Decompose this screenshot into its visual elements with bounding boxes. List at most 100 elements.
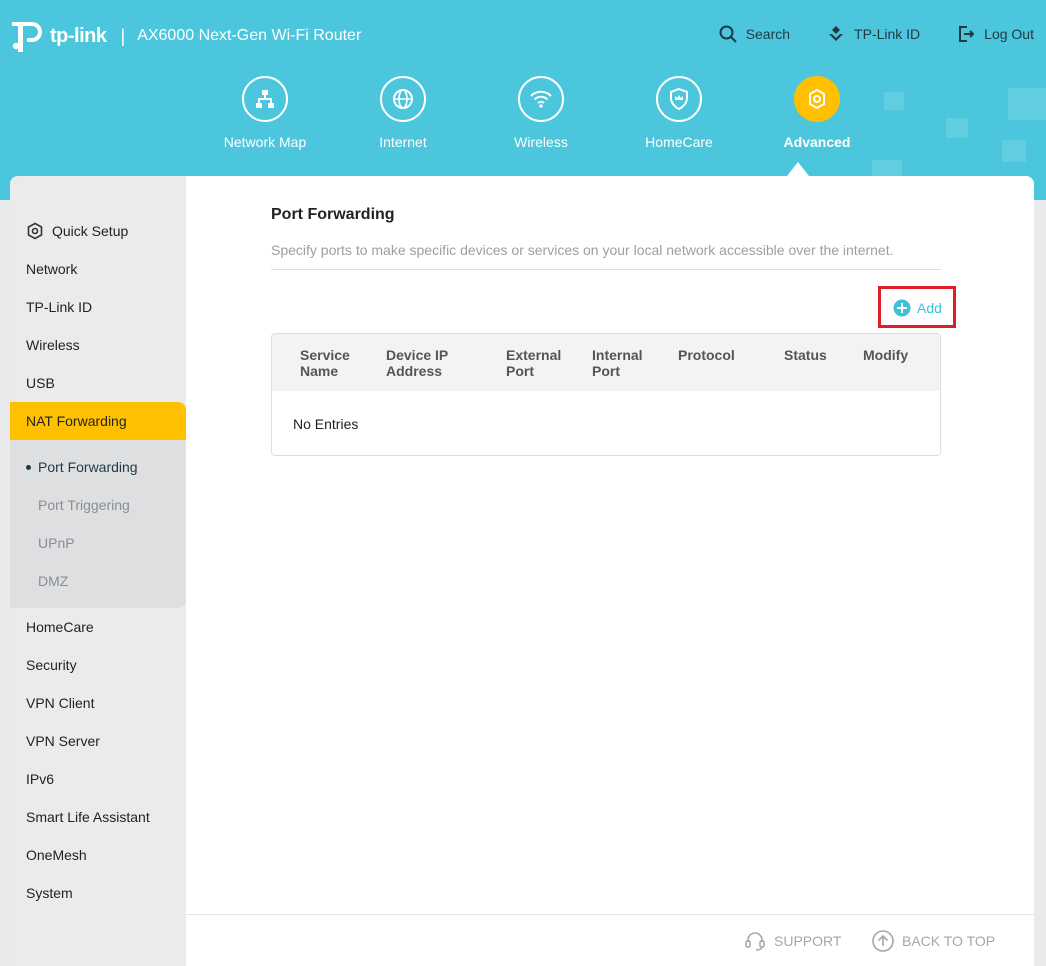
nav-homecare-label: HomeCare [645, 134, 713, 150]
sidebar-item-label: HomeCare [26, 619, 94, 635]
network-map-icon [242, 76, 288, 122]
sidebar-item-nat-forwarding[interactable]: NAT Forwarding [10, 402, 186, 440]
tplink-id-link[interactable]: TP-Link ID [826, 24, 920, 44]
col-label: Address [386, 363, 443, 379]
shield-icon [656, 76, 702, 122]
sidebar-item-system[interactable]: System [10, 874, 186, 912]
sidebar-item-label: Security [26, 657, 77, 673]
support-label: SUPPORT [774, 933, 842, 949]
sidebar-item-homecare[interactable]: HomeCare [10, 608, 186, 646]
col-label: External [506, 347, 562, 363]
add-label: Add [917, 300, 942, 316]
header-decoration [1008, 88, 1046, 120]
nav-internet-label: Internet [379, 134, 427, 150]
sidebar-item-label: Smart Life Assistant [26, 809, 150, 825]
header-decoration [1002, 140, 1026, 162]
nav-wireless[interactable]: Wireless [472, 76, 610, 150]
submenu-item-port-forwarding[interactable]: Port Forwarding [10, 448, 186, 486]
sidebar-item-security[interactable]: Security [10, 646, 186, 684]
col-status[interactable]: Status [784, 347, 827, 363]
brand-logo[interactable]: tp-link | AX6000 Next-Gen Wi-Fi Router [10, 16, 361, 56]
submenu-item-port-triggering[interactable]: Port Triggering [10, 486, 186, 524]
col-label: Name [300, 363, 339, 379]
footer: SUPPORT BACK TO TOP [186, 914, 1034, 966]
nat-forwarding-submenu: Port Forwarding Port Triggering UPnP DMZ [10, 440, 186, 608]
sidebar-menu: Quick Setup Network TP-Link ID Wireless … [10, 212, 186, 912]
sidebar-item-label: VPN Server [26, 733, 100, 749]
col-label: Port [506, 363, 534, 379]
sidebar-item-vpn-client[interactable]: VPN Client [10, 684, 186, 722]
col-label: Device IP [386, 347, 449, 363]
search-link[interactable]: Search [718, 24, 790, 44]
title-separator: | [120, 25, 126, 46]
logo-text: tp-link [50, 24, 107, 47]
nav-active-pointer [787, 162, 809, 176]
sidebar-item-quick-setup[interactable]: Quick Setup [10, 212, 186, 250]
globe-icon [380, 76, 426, 122]
sidebar-item-label: Wireless [26, 337, 80, 353]
quick-setup-gear-icon [27, 222, 43, 240]
page-title: Port Forwarding [271, 206, 395, 223]
submenu-item-upnp[interactable]: UPnP [10, 524, 186, 562]
sidebar-item-network[interactable]: Network [10, 250, 186, 288]
gear-icon [794, 76, 840, 122]
port-forwarding-table: Service Name Device IP Address External … [271, 333, 941, 456]
sidebar-item-label: Network [26, 261, 78, 277]
back-to-top-label: BACK TO TOP [902, 933, 996, 949]
col-modify[interactable]: Modify [863, 347, 908, 363]
submenu-item-dmz[interactable]: DMZ [10, 562, 186, 600]
table-header: Service Name Device IP Address External … [272, 334, 940, 391]
search-label: Search [745, 26, 791, 42]
nav-advanced-label: Advanced [783, 134, 851, 150]
col-label: Service [300, 347, 350, 363]
col-device-ip[interactable]: Device IP Address [386, 347, 448, 379]
sidebar: Quick Setup Network TP-Link ID Wireless … [10, 176, 186, 966]
col-protocol[interactable]: Protocol [678, 347, 735, 363]
sidebar-item-onemesh[interactable]: OneMesh [10, 836, 186, 874]
sidebar-item-usb[interactable]: USB [10, 364, 186, 402]
sidebar-item-wireless[interactable]: Wireless [10, 326, 186, 364]
col-internal-port[interactable]: Internal Port [592, 347, 643, 379]
header-decoration [884, 92, 904, 110]
main-content: Port Forwarding Specify ports to make sp… [271, 206, 956, 456]
nav-internet[interactable]: Internet [334, 76, 472, 150]
nav-homecare[interactable]: HomeCare [610, 76, 748, 150]
sidebar-item-smart-life[interactable]: Smart Life Assistant [10, 798, 186, 836]
sidebar-item-ipv6[interactable]: IPv6 [10, 760, 186, 798]
headset-icon [745, 932, 765, 951]
logout-label: Log Out [984, 26, 1034, 42]
col-external-port[interactable]: External Port [506, 347, 561, 379]
sidebar-item-label: NAT Forwarding [26, 413, 127, 429]
support-link[interactable]: SUPPORT [744, 930, 841, 952]
tplink-id-icon [829, 26, 844, 41]
logout-link[interactable]: Log Out [956, 24, 1034, 44]
sidebar-item-label: OneMesh [26, 847, 87, 863]
back-to-top-link[interactable]: BACK TO TOP [872, 930, 995, 952]
top-links: Search TP-Link ID Log Out [718, 24, 1034, 44]
page-description: Specify ports to make specific devices o… [271, 242, 941, 270]
main-nav: Network Map Internet Wireless HomeCare A… [196, 76, 886, 150]
nav-advanced[interactable]: Advanced [748, 76, 886, 150]
sidebar-item-tplink-id[interactable]: TP-Link ID [10, 288, 186, 326]
sidebar-item-label: IPv6 [26, 771, 55, 787]
col-label: Internal [592, 347, 643, 363]
sidebar-item-vpn-server[interactable]: VPN Server [10, 722, 186, 760]
sidebar-item-label: Quick Setup [52, 223, 129, 239]
nav-network-map[interactable]: Network Map [196, 76, 334, 150]
search-icon [719, 25, 737, 43]
logout-icon [959, 26, 975, 42]
product-name: AX6000 Next-Gen Wi-Fi Router [137, 27, 362, 44]
sidebar-item-label: TP-Link ID [26, 299, 93, 315]
tplink-logo-icon [10, 18, 46, 54]
tplink-id-label: TP-Link ID [854, 26, 921, 42]
wifi-icon [518, 76, 564, 122]
sidebar-item-label: System [26, 885, 73, 901]
header-decoration [946, 118, 968, 138]
arrow-up-circle-icon [872, 930, 894, 952]
top-header: tp-link | AX6000 Next-Gen Wi-Fi Router S… [0, 0, 1046, 200]
col-service-name[interactable]: Service Name [300, 347, 350, 379]
nav-wireless-label: Wireless [514, 134, 568, 150]
add-button[interactable]: Add [893, 299, 942, 317]
col-label: Port [592, 363, 620, 379]
main-card: Quick Setup Network TP-Link ID Wireless … [10, 176, 1034, 966]
